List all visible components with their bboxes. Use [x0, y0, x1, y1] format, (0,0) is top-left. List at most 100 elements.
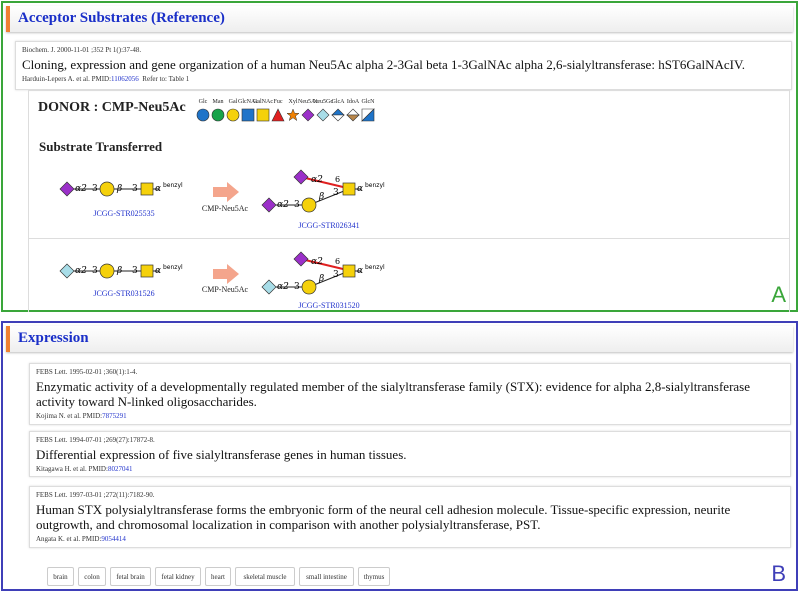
- gal-circle-icon: [99, 181, 115, 197]
- legend-label: GalNAc: [253, 99, 273, 105]
- donor-label: DONOR : CMP-Neu5Ac: [38, 100, 186, 115]
- reference-title: Differential expression of five sialyltr…: [36, 447, 407, 462]
- reference-author-text: Harduin-Lepers A. et al. PMID:: [22, 75, 112, 83]
- reference-journal: FEBS Lett. 1994-07-01 ;269(27):17872-8.: [36, 436, 155, 444]
- panel-letter-b: B: [771, 561, 786, 586]
- reaction-arrow-label-1: CMP-Neu5Ac: [201, 204, 249, 213]
- gal-circle-icon: [301, 279, 317, 295]
- refer-to-text: Refer to: Table 1: [142, 75, 190, 83]
- reference-title: Enzymatic activity of a developmentally …: [36, 379, 750, 409]
- acceptor-code-link-1[interactable]: JCGG-STR025535: [79, 209, 169, 218]
- substrate-transferred-title: Substrate Transferred: [39, 139, 163, 154]
- neu5ac-diamond-icon: [59, 181, 75, 197]
- neu5gc-diamond-icon: [261, 279, 277, 295]
- reaction-divider: [29, 238, 789, 239]
- linkage-alpha: α2: [311, 257, 323, 267]
- pmid-link[interactable]: 9054414: [101, 535, 126, 543]
- gal-circle-icon: [226, 108, 240, 122]
- linkage-alpha: α: [357, 266, 363, 276]
- tissue-tag[interactable]: thymus: [358, 567, 390, 586]
- benzyl-label: benzyl: [163, 264, 183, 271]
- reaction-arrow-2: [213, 264, 239, 284]
- reaction-arrow-label-2: CMP-Neu5Ac: [201, 285, 249, 294]
- acceptor-glycan-1: α2 3 β 3 α benzyl: [59, 181, 183, 197]
- tissue-tag[interactable]: brain: [47, 567, 74, 586]
- tissue-tag[interactable]: colon: [78, 567, 106, 586]
- benzyl-label: benzyl: [365, 182, 385, 189]
- expression-reference-card: FEBS Lett. 1995-02-01 ;360(1):1-4. Enzym…: [29, 363, 791, 425]
- benzyl-label: benzyl: [365, 264, 385, 271]
- expression-reference-card: FEBS Lett. 1994-07-01 ;269(27):17872-8. …: [29, 431, 791, 477]
- linkage-position: 3: [333, 270, 339, 280]
- acceptor-substrates-panel: Acceptor Substrates (Reference) Biochem.…: [1, 1, 798, 312]
- linkage-position: 6: [335, 257, 340, 266]
- acceptor-substrates-header: Acceptor Substrates (Reference): [6, 6, 793, 32]
- product-glycan-2: α2 6 α2 3 β 3 α benzyl: [261, 251, 385, 295]
- gal-circle-icon: [301, 197, 317, 213]
- reference-authors: Angata K. et al. PMID:9054414: [36, 535, 784, 543]
- glca-diamond-split-icon: [331, 108, 345, 122]
- tissue-tag[interactable]: heart: [205, 567, 231, 586]
- glcnac-square-icon: [241, 108, 255, 122]
- linkage-alpha: α: [155, 184, 161, 194]
- pmid-link[interactable]: 7875291: [102, 412, 127, 420]
- benzyl-label: benzyl: [163, 182, 183, 189]
- reference-card: Biochem. J. 2000-11-01 ;352 Pt 1():37-48…: [15, 41, 792, 90]
- linkage-position: 6: [335, 175, 340, 184]
- linkage-alpha: α2: [277, 200, 289, 210]
- new-neu5ac-diamond-icon: [293, 169, 309, 185]
- expression-header: Expression: [6, 326, 793, 352]
- linkage-beta: β: [116, 266, 122, 276]
- tissue-tag[interactable]: small intestine: [299, 567, 354, 586]
- pmid-link[interactable]: 8027041: [108, 465, 133, 473]
- linkage-alpha: α: [155, 266, 161, 276]
- linkage-position: 3: [294, 200, 300, 210]
- reference-authors: Harduin-Lepers A. et al. PMID:11062056 R…: [22, 75, 785, 83]
- acceptor-glycan-2: α2 3 β 3 α benzyl: [59, 263, 183, 279]
- linkage-beta: β: [318, 274, 324, 284]
- neu5gc-diamond-icon: [316, 108, 330, 122]
- reference-authors: Kitagawa H. et al. PMID:8027041: [36, 465, 784, 473]
- tissue-tag[interactable]: fetal brain: [110, 567, 151, 586]
- expression-panel: Expression FEBS Lett. 1995-02-01 ;360(1)…: [1, 321, 798, 591]
- galnac-square-icon: [342, 264, 356, 278]
- new-neu5ac-diamond-icon: [293, 251, 309, 267]
- legend-label: GlcN: [361, 99, 375, 105]
- reference-journal: Biochem. J. 2000-11-01 ;352 Pt 1():37-48…: [22, 46, 142, 54]
- galnac-square-icon: [140, 264, 154, 278]
- reference-author-text: Angata K. et al. PMID:: [36, 535, 102, 543]
- linkage-position: 3: [92, 266, 98, 276]
- tissue-tag[interactable]: skeletal muscle: [235, 567, 295, 586]
- reference-authors: Kojima N. et al. PMID:7875291: [36, 412, 784, 420]
- panel-letter-a: A: [771, 282, 786, 307]
- xyl-star-icon: [286, 108, 300, 122]
- reference-author-text: Kojima N. et al. PMID:: [36, 412, 103, 420]
- linkage-position: 3: [132, 184, 138, 194]
- linkage-position: 3: [294, 282, 300, 292]
- pmid-link[interactable]: 11062056: [111, 75, 139, 83]
- galnac-square-icon: [140, 182, 154, 196]
- product-code-link-2[interactable]: JCGG-STR031520: [279, 301, 379, 310]
- reference-title: Cloning, expression and gene organizatio…: [22, 57, 745, 72]
- reference-author-text: Kitagawa H. et al. PMID:: [36, 465, 108, 473]
- linkage-alpha: α2: [75, 184, 87, 194]
- acceptor-code-link-2[interactable]: JCGG-STR031526: [79, 289, 169, 298]
- expression-reference-card: FEBS Lett. 1997-03-01 ;272(11):7182-90. …: [29, 486, 791, 548]
- legend-label: Gal: [228, 99, 238, 105]
- linkage-beta: β: [116, 184, 122, 194]
- glc-circle-icon: [196, 108, 210, 122]
- legend-label: IdoA: [346, 99, 360, 105]
- product-glycan-1: α2 6 α2 3 β 3 α benzyl: [261, 169, 385, 213]
- fuc-triangle-icon: [271, 108, 285, 122]
- product-code-link-1[interactable]: JCGG-STR026341: [279, 221, 379, 230]
- idoa-diamond-split-tan-icon: [346, 108, 360, 122]
- neu5ac-diamond-icon: [301, 108, 315, 122]
- linkage-alpha: α: [357, 184, 363, 194]
- glcn-square-split-icon: [361, 108, 375, 122]
- linkage-alpha: α2: [75, 266, 87, 276]
- linkage-beta: β: [318, 192, 324, 202]
- linkage-position: 3: [92, 184, 98, 194]
- legend-label: Man: [212, 99, 224, 105]
- reference-journal: FEBS Lett. 1997-03-01 ;272(11):7182-90.: [36, 491, 155, 499]
- tissue-tag[interactable]: fetal kidney: [155, 567, 201, 586]
